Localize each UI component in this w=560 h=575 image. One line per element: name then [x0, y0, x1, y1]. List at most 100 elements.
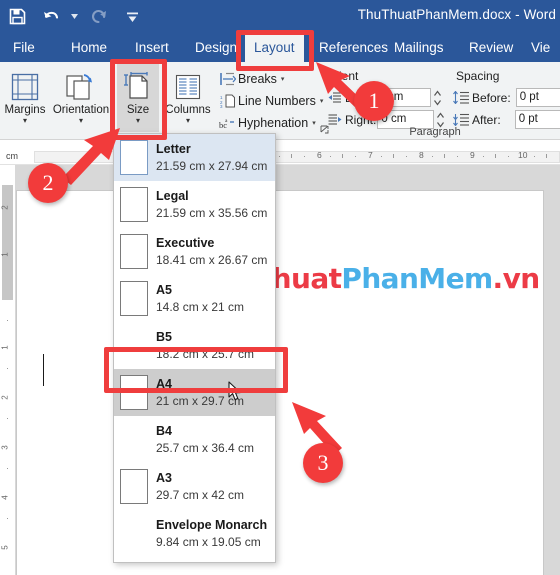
spacing-after-label: After: — [472, 112, 501, 127]
hyphenation-button[interactable]: bc a Hyphenation ▾ — [218, 112, 316, 133]
page-preview-icon — [120, 469, 148, 504]
indent-header: Indent — [325, 69, 359, 83]
line-numbers-icon: 123 — [218, 94, 238, 108]
tab-file[interactable]: File — [4, 33, 44, 62]
ribbon-tab-bar: File Home Insert Design Layout Reference… — [0, 33, 560, 62]
size-item-name: A3 — [156, 470, 172, 485]
line-numbers-chevron-down-icon[interactable]: ▾ — [320, 97, 324, 105]
breaks-button[interactable]: Breaks ▾ — [218, 68, 284, 89]
spacing-after-icon — [453, 113, 472, 126]
size-item-dimensions: 25.7 cm x 36.4 cm — [156, 440, 255, 455]
paragraph-group-label: Paragraph — [409, 126, 461, 138]
size-item-dimensions: 9.84 cm x 19.05 cm — [156, 534, 261, 549]
tab-insert[interactable]: Insert — [126, 33, 178, 62]
orientation-chevron-down-icon[interactable]: ▾ — [79, 117, 83, 125]
tab-review[interactable]: Review — [460, 33, 522, 62]
size-dropdown-menu[interactable]: Letter 21.59 cm x 27.94 cm Legal 21.59 c… — [113, 133, 276, 563]
columns-icon — [173, 68, 203, 102]
tab-layout[interactable]: Layout — [245, 33, 304, 62]
save-icon[interactable] — [0, 3, 34, 31]
columns-button[interactable]: Columns ▾ — [160, 64, 216, 132]
size-item-name: Letter — [156, 141, 191, 156]
size-item-name: B4 — [156, 423, 172, 438]
orientation-label: Orientation — [52, 104, 110, 116]
ruler-num-10: 10 — [518, 150, 528, 160]
size-menu-item-b4[interactable]: B4 25.7 cm x 36.4 cm — [114, 416, 275, 463]
svg-text:3: 3 — [220, 104, 223, 108]
page-preview-icon — [120, 281, 148, 316]
customize-qat-icon[interactable] — [115, 3, 149, 31]
size-menu-item-legal[interactable]: Legal 21.59 cm x 35.56 cm — [114, 181, 275, 228]
size-menu-item-a5[interactable]: A5 14.8 cm x 21 cm — [114, 275, 275, 322]
horizontal-ruler[interactable]: cm 5 6 7 8 9 10 — [0, 148, 560, 165]
quick-access-toolbar — [0, 0, 149, 33]
vruler-num-5: 5 — [0, 545, 10, 550]
breaks-chevron-down-icon[interactable]: ▾ — [281, 75, 285, 83]
spacing-before-label: Before: — [472, 90, 511, 105]
vertical-ruler[interactable]: 2 1 1 2 3 4 5 — [0, 165, 15, 575]
size-menu-item-envelope-com10[interactable]: Envelope COM10 10.48 cm x 24.13 cm — [114, 557, 275, 562]
size-item-dimensions: 21 cm x 29.7 cm — [156, 393, 245, 408]
margins-label: Margins — [4, 104, 46, 116]
spacing-before-row: Before: 0 pt — [453, 88, 560, 107]
size-item-name: Legal — [156, 188, 189, 203]
document-title: ThuThuatPhanMem.docx - Word — [357, 7, 556, 22]
hyphenation-chevron-down-icon[interactable]: ▾ — [312, 119, 316, 127]
columns-chevron-down-icon[interactable]: ▾ — [186, 117, 190, 125]
size-menu-item-a4[interactable]: A4 21 cm x 29.7 cm — [114, 369, 275, 416]
size-item-name: Executive — [156, 235, 215, 250]
margins-button[interactable]: Margins ▾ — [0, 64, 52, 132]
page-preview-icon — [120, 375, 148, 410]
tab-home[interactable]: Home — [62, 33, 116, 62]
size-chevron-down-icon[interactable]: ▾ — [136, 117, 140, 125]
size-menu-item-envelope-monarch[interactable]: Envelope Monarch 9.84 cm x 19.05 cm — [114, 510, 275, 557]
size-menu-item-letter[interactable]: Letter 21.59 cm x 27.94 cm — [114, 134, 275, 181]
ruler-unit-label: cm — [6, 151, 18, 161]
orientation-button[interactable]: Orientation ▾ — [49, 64, 113, 132]
vruler-num-2: 2 — [0, 205, 10, 210]
size-menu-item-a3[interactable]: A3 29.7 cm x 42 cm — [114, 463, 275, 510]
page-preview-icon — [120, 234, 148, 269]
breaks-icon — [218, 72, 238, 86]
indent-left-icon — [328, 91, 345, 104]
columns-label: Columns — [165, 104, 211, 116]
ribbon: Margins ▾ Orientation ▾ Size ▾ Columns ▾ — [0, 62, 560, 140]
ruler-num-8: 8 — [419, 150, 424, 160]
size-item-dimensions: 29.7 cm x 42 cm — [156, 487, 245, 502]
vruler-num-1b: 1 — [0, 345, 10, 350]
margins-chevron-down-icon[interactable]: ▾ — [23, 117, 27, 125]
size-button[interactable]: Size ▾ — [117, 64, 159, 132]
indent-left-stepper[interactable] — [432, 88, 443, 107]
document-page[interactable] — [16, 190, 544, 575]
text-cursor — [43, 354, 44, 386]
title-bar: ThuThuatPhanMem.docx - Word — [0, 0, 560, 33]
page-preview-icon — [120, 187, 148, 222]
indent-right-icon — [328, 113, 345, 126]
spacing-before-icon — [453, 91, 472, 104]
spacing-before-input[interactable]: 0 pt — [515, 88, 560, 107]
size-menu-item-b5[interactable]: B5 18.2 cm x 25.7 cm — [114, 322, 275, 369]
line-numbers-button[interactable]: 123 Line Numbers ▾ — [218, 90, 323, 111]
spacing-after-input[interactable]: 0 pt — [514, 110, 560, 129]
annotation-badge-2: 2 — [28, 163, 68, 203]
size-menu-item-executive[interactable]: Executive 18.41 cm x 26.67 cm — [114, 228, 275, 275]
vruler-num-3: 3 — [0, 445, 10, 450]
paragraph-dialog-launcher-icon[interactable] — [320, 125, 330, 137]
breaks-label: Breaks — [238, 71, 277, 86]
tab-design[interactable]: Design — [186, 33, 246, 62]
size-item-name: B5 — [156, 329, 172, 344]
tab-mailings[interactable]: Mailings — [385, 33, 453, 62]
undo-icon[interactable] — [34, 3, 68, 31]
size-item-dimensions: 18.2 cm x 25.7 cm — [156, 346, 255, 361]
vruler-num-2b: 2 — [0, 395, 10, 400]
document-area[interactable]: 2 1 1 2 3 4 5 — [0, 165, 560, 575]
undo-chevron-down-icon[interactable] — [68, 3, 81, 31]
size-item-name: Envelope Monarch — [156, 517, 268, 532]
hyphenation-label: Hyphenation — [238, 115, 309, 130]
tab-references[interactable]: References — [310, 33, 397, 62]
vruler-num-1: 1 — [0, 252, 10, 257]
word-window: ThuThuatPhanMem.docx - Word File Home In… — [0, 0, 560, 575]
annotation-badge-1: 1 — [354, 81, 394, 121]
tab-view[interactable]: Vie — [522, 33, 559, 62]
size-item-name: A5 — [156, 282, 172, 297]
